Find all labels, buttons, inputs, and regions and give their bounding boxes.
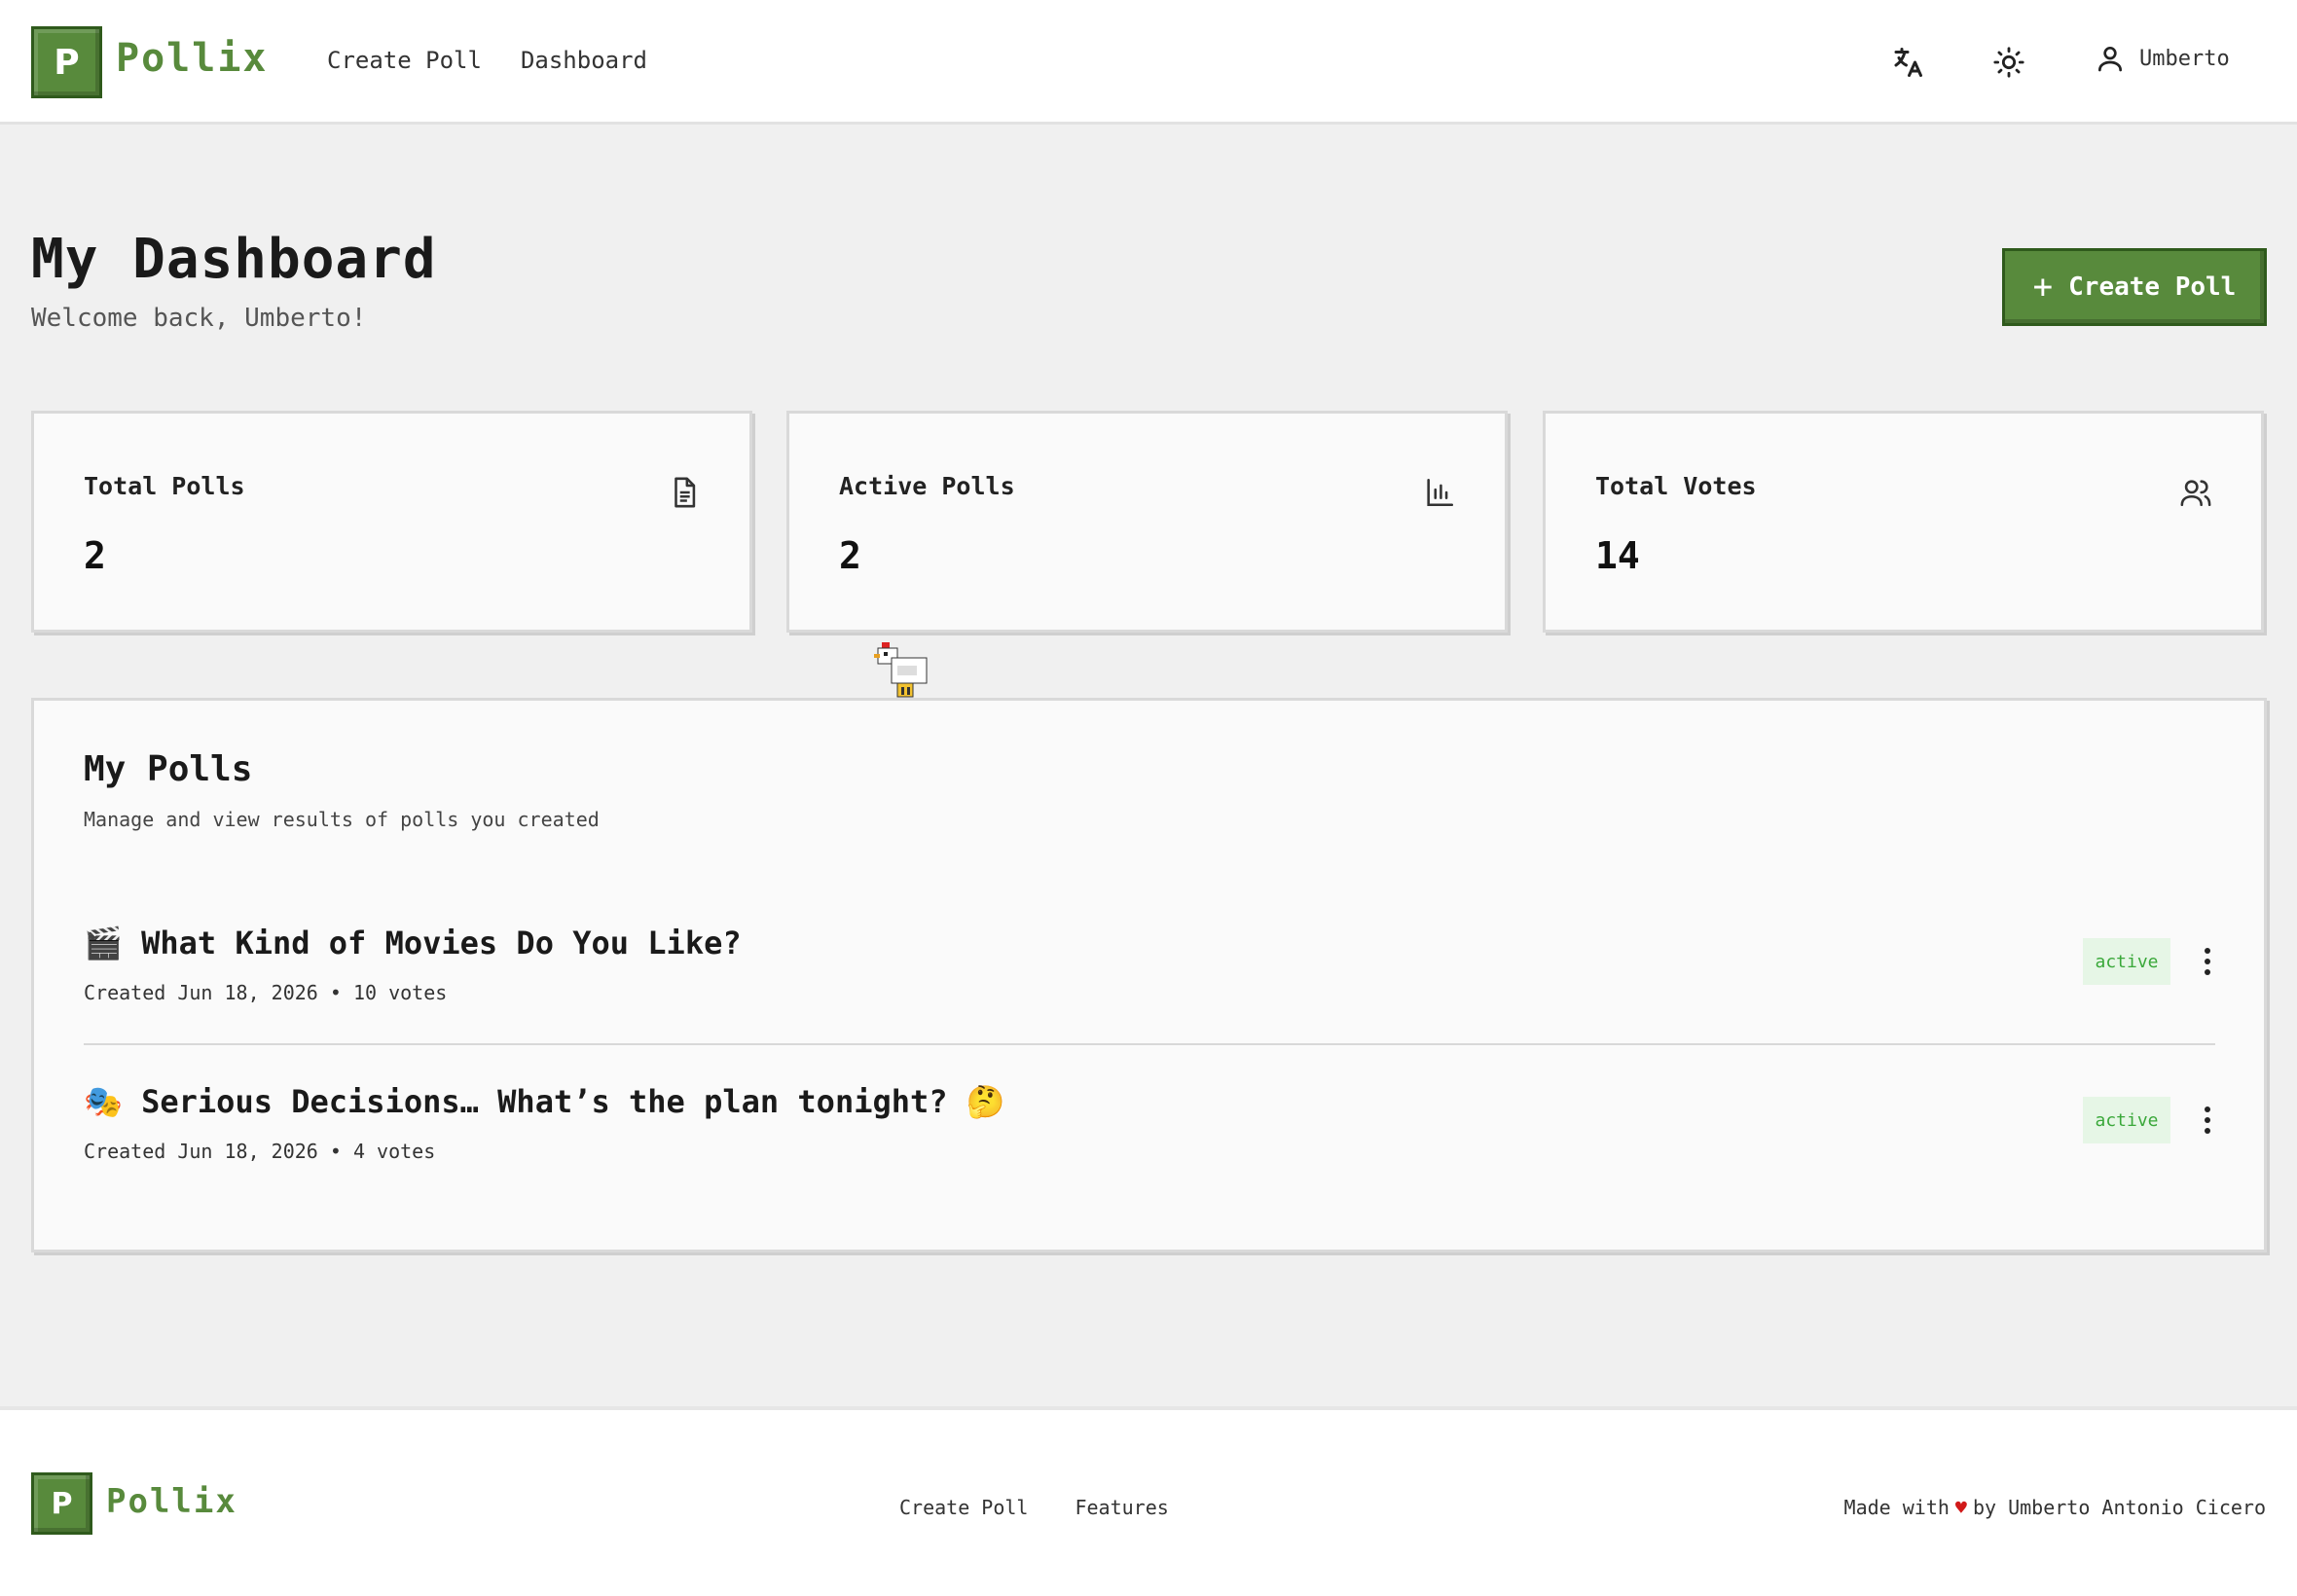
stat-card-active-polls: Active Polls 2 xyxy=(786,411,1508,633)
footer-link-create-poll[interactable]: Create Poll xyxy=(899,1496,1028,1519)
stat-value: 2 xyxy=(84,534,106,577)
poll-meta: Created Jun 18, 2026 • 10 votes xyxy=(84,981,448,1004)
create-poll-button[interactable]: + Create Poll xyxy=(2002,248,2267,326)
divider xyxy=(84,1043,2215,1045)
section-title: My Polls xyxy=(84,749,253,789)
stat-label: Active Polls xyxy=(839,472,1015,500)
footer-link-features[interactable]: Features xyxy=(1075,1496,1168,1519)
plus-icon: + xyxy=(2032,268,2054,307)
brand-name: Pollix xyxy=(106,1482,237,1521)
my-polls-card: My Polls Manage and view results of poll… xyxy=(31,698,2267,1252)
brand-logo[interactable]: P Pollix xyxy=(31,26,269,98)
poll-title-text: What Kind of Movies Do You Like? xyxy=(141,925,742,961)
user-menu-button[interactable]: Umberto xyxy=(2095,43,2230,74)
poll-title-text: Serious Decisions… What’s the plan tonig… xyxy=(141,1083,1005,1120)
stat-card-total-polls: Total Polls 2 xyxy=(31,411,752,633)
poll-emoji: 🎬 xyxy=(84,925,123,961)
poll-row[interactable]: 🎬 What Kind of Movies Do You Like? Creat… xyxy=(84,925,2215,1041)
credit-suffix: by Umberto Antonio Cicero xyxy=(1972,1496,2266,1519)
nav-create-poll[interactable]: Create Poll xyxy=(327,47,482,74)
bar-chart-icon xyxy=(1427,478,1454,507)
page-title: My Dashboard xyxy=(31,228,437,291)
footer: P Pollix Create Poll Features Made with … xyxy=(0,1406,2297,1596)
poll-emoji: 🎭 xyxy=(84,1083,123,1120)
poll-title[interactable]: 🎭 Serious Decisions… What’s the plan ton… xyxy=(84,1083,1005,1120)
heart-icon: ♥ xyxy=(1954,1496,1967,1519)
stat-label: Total Polls xyxy=(84,472,245,500)
brand-name: Pollix xyxy=(116,36,269,81)
section-subtitle: Manage and view results of polls you cre… xyxy=(84,808,600,831)
poll-title[interactable]: 🎬 What Kind of Movies Do You Like? xyxy=(84,925,742,961)
more-options-icon[interactable] xyxy=(2196,944,2219,979)
top-navbar: P Pollix Create Poll Dashboard Umberto xyxy=(0,0,2297,125)
user-name: Umberto xyxy=(2139,46,2230,71)
logo-mark: P xyxy=(31,1472,92,1535)
chicken-mascot-icon xyxy=(874,642,928,698)
poll-row[interactable]: 🎭 Serious Decisions… What’s the plan ton… xyxy=(84,1083,2215,1200)
nav-dashboard[interactable]: Dashboard xyxy=(521,47,647,74)
poll-meta: Created Jun 18, 2026 • 4 votes xyxy=(84,1140,436,1163)
footer-credit: Made with ♥ by Umberto Antonio Cicero xyxy=(1844,1496,2266,1519)
users-icon xyxy=(2180,480,2211,507)
sun-icon[interactable] xyxy=(1989,43,2028,82)
footer-links: Create Poll Features xyxy=(899,1496,1169,1519)
footer-logo[interactable]: P Pollix xyxy=(31,1472,237,1535)
logo-mark: P xyxy=(31,26,102,98)
status-badge: active xyxy=(2083,1097,2170,1143)
create-poll-label: Create Poll xyxy=(2068,272,2237,302)
stat-label: Total Votes xyxy=(1595,472,1757,500)
main-nav: Create Poll Dashboard xyxy=(327,47,647,74)
stat-value: 14 xyxy=(1595,534,1640,577)
credit-prefix: Made with xyxy=(1843,1496,1950,1519)
user-icon xyxy=(2098,47,2122,72)
stat-card-total-votes: Total Votes 14 xyxy=(1543,411,2264,633)
document-icon xyxy=(675,477,696,508)
status-badge: active xyxy=(2083,938,2170,985)
translate-icon[interactable] xyxy=(1888,43,1927,82)
stat-value: 2 xyxy=(839,534,861,577)
welcome-message: Welcome back, Umberto! xyxy=(31,304,367,333)
more-options-icon[interactable] xyxy=(2196,1103,2219,1138)
